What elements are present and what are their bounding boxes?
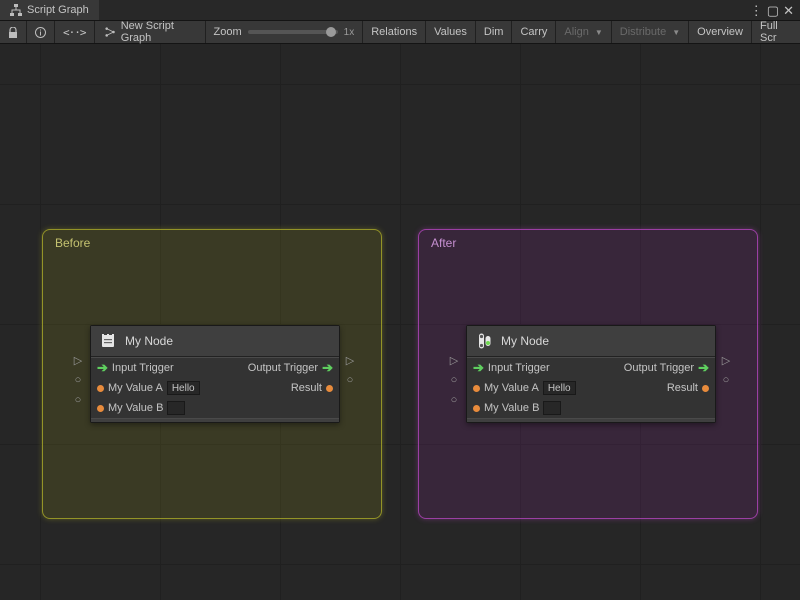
port-row-value-b: My Value B (91, 398, 339, 418)
params-button[interactable]: <··> (55, 21, 95, 43)
port-row-value-a: My Value A Hello Result (467, 378, 715, 398)
info-icon (35, 27, 46, 38)
port-label: My Value B (108, 402, 163, 414)
node-body: ➔ Input Trigger Output Trigger ➔ My Value … (91, 357, 339, 418)
ext-value-out[interactable] (343, 373, 357, 387)
toolbar: <··> New Script Graph Zoom 1x Relations … (0, 20, 800, 44)
inline-input-a[interactable]: Hello (543, 381, 576, 395)
port-row-trigger: ➔ Input Trigger Output Trigger ➔ (467, 358, 715, 378)
group-title: After (431, 236, 456, 250)
fullscreen-button[interactable]: Full Scr (752, 21, 800, 43)
port-label: Result (667, 382, 698, 394)
ext-flow-in[interactable] (447, 353, 461, 367)
value-in-icon[interactable] (97, 405, 104, 412)
breadcrumb[interactable]: New Script Graph (95, 21, 206, 43)
flow-in-icon[interactable]: ➔ (473, 360, 484, 376)
relations-button[interactable]: Relations (363, 21, 426, 43)
port-row-trigger: ➔ Input Trigger Output Trigger ➔ (91, 358, 339, 378)
node-header: My Node (91, 326, 339, 357)
graph-canvas[interactable]: Before My Node ➔ Input Trigger Output Tri… (0, 44, 800, 600)
inline-input-b[interactable] (543, 401, 561, 415)
port-label: Output Trigger (624, 362, 694, 374)
zoom-thumb[interactable] (326, 27, 336, 37)
port-label: Input Trigger (488, 362, 550, 374)
carry-button[interactable]: Carry (512, 21, 556, 43)
node-title: My Node (501, 334, 549, 348)
distribute-button[interactable]: Distribute▼ (612, 21, 689, 43)
maximize-icon[interactable]: ▢ (767, 4, 779, 17)
script-icon (99, 332, 117, 350)
window-controls: ⋮ ▢ ✕ (744, 0, 800, 20)
graph-icon (10, 4, 22, 16)
port-row-value-b: My Value B (467, 398, 715, 418)
ext-value-in[interactable] (71, 393, 85, 407)
ext-value-in[interactable] (71, 373, 85, 387)
flow-out-icon[interactable]: ➔ (698, 360, 709, 376)
ext-value-out[interactable] (719, 373, 733, 387)
port-label: Result (291, 382, 322, 394)
zoom-label: Zoom (214, 26, 242, 38)
ext-value-in[interactable] (447, 393, 461, 407)
port-row-value-a: My Value A Hello Result (91, 378, 339, 398)
info-button[interactable] (27, 21, 55, 43)
zoom-slider[interactable] (248, 30, 338, 34)
port-label: My Value A (108, 382, 163, 394)
node-title: My Node (125, 334, 173, 348)
inline-input-a[interactable]: Hello (167, 381, 200, 395)
tab-script-graph[interactable]: Script Graph (0, 0, 99, 20)
ext-flow-out[interactable] (343, 353, 357, 367)
align-button[interactable]: Align▼ (556, 21, 611, 43)
breadcrumb-label: New Script Graph (121, 20, 195, 44)
zoom-value: 1x (344, 27, 355, 38)
group-after[interactable]: After My Node ➔ Input Trigger Output Trig… (418, 229, 758, 519)
overview-button[interactable]: Overview (689, 21, 752, 43)
menu-icon[interactable]: ⋮ (750, 4, 763, 17)
ext-flow-in[interactable] (71, 353, 85, 367)
value-out-icon[interactable] (326, 385, 333, 392)
values-button[interactable]: Values (426, 21, 476, 43)
node-body: ➔ Input Trigger Output Trigger ➔ My Value … (467, 357, 715, 418)
node-footer (467, 418, 715, 422)
ext-flow-out[interactable] (719, 353, 733, 367)
node-footer (91, 418, 339, 422)
zoom-control: Zoom 1x (206, 21, 364, 43)
port-label: My Value A (484, 382, 539, 394)
value-out-icon[interactable] (702, 385, 709, 392)
value-in-icon[interactable] (473, 385, 480, 392)
port-label: My Value B (484, 402, 539, 414)
toggle-icon (475, 332, 493, 350)
ext-value-in[interactable] (447, 373, 461, 387)
value-in-icon[interactable] (473, 405, 480, 412)
group-before[interactable]: Before My Node ➔ Input Trigger Output Tri… (42, 229, 382, 519)
graph-node-icon (105, 26, 115, 38)
flow-out-icon[interactable]: ➔ (322, 360, 333, 376)
chevron-down-icon: ▼ (595, 28, 603, 37)
group-title: Before (55, 236, 90, 250)
inline-input-b[interactable] (167, 401, 185, 415)
close-icon[interactable]: ✕ (783, 4, 794, 17)
lock-button[interactable] (0, 21, 27, 43)
node-header: My Node (467, 326, 715, 357)
value-in-icon[interactable] (97, 385, 104, 392)
tab-title: Script Graph (27, 4, 89, 16)
port-label: Input Trigger (112, 362, 174, 374)
chevron-down-icon: ▼ (672, 28, 680, 37)
tab-bar: Script Graph ⋮ ▢ ✕ (0, 0, 800, 20)
node-mynode-after[interactable]: My Node ➔ Input Trigger Output Trigger ➔ M… (466, 325, 716, 423)
node-mynode-before[interactable]: My Node ➔ Input Trigger Output Trigger ➔ M… (90, 325, 340, 423)
port-label: Output Trigger (248, 362, 318, 374)
lock-icon (8, 27, 18, 38)
dim-button[interactable]: Dim (476, 21, 513, 43)
flow-in-icon[interactable]: ➔ (97, 360, 108, 376)
